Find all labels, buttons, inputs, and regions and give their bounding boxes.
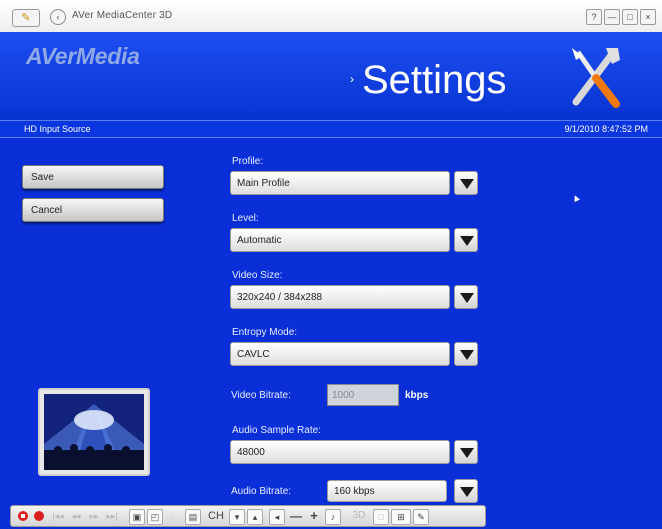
cancel-button[interactable]: Cancel (22, 198, 164, 222)
status-bar (0, 120, 662, 138)
profile-select[interactable]: Main Profile (230, 171, 450, 195)
audio-sample-rate-label: Audio Sample Rate: (232, 425, 321, 436)
record-icon[interactable] (33, 509, 45, 523)
channel-label: CH (208, 510, 224, 522)
audio-sample-rate-select[interactable]: 48000 (230, 440, 450, 464)
timeshift-icon[interactable]: ◌ (165, 509, 179, 523)
concert-image (44, 394, 144, 470)
entropy-mode-select[interactable]: CAVLC (230, 342, 450, 366)
datetime-display: 9/1/2010 8:47:52 PM (564, 124, 648, 134)
video-bitrate-label: Video Bitrate: (231, 390, 291, 401)
brand-logo: AVerMedia (26, 43, 140, 69)
entropy-mode-dropdown-arrow-icon[interactable] (454, 342, 478, 366)
title-bar: ✎ ‹ AVer MediaCenter 3D ? — □ × (0, 0, 662, 33)
level-label: Level: (232, 213, 259, 224)
audio-bitrate-dropdown-arrow-icon[interactable] (454, 479, 478, 503)
channel-up-icon[interactable]: ▴ (247, 509, 263, 525)
profile-label: Profile: (232, 156, 264, 167)
audio-bitrate-label: Audio Bitrate: (231, 486, 292, 497)
save-button[interactable]: Save (22, 165, 164, 189)
app-logo-icon[interactable]: ✎ (12, 9, 40, 27)
playback-toolbar: |◂◂ ◂◂ ▸▸ ▸▸| ▣ ◰ ◌ ▤ CH ▾ ▴ ◂ — + ♪ 3D … (10, 505, 486, 527)
application-window: ✎ ‹ AVer MediaCenter 3D ? — □ × AVerMedi… (0, 0, 662, 529)
help-button[interactable]: ? (586, 9, 602, 25)
video-size-label: Video Size: (232, 270, 283, 281)
profile-dropdown-arrow-icon[interactable] (454, 171, 478, 195)
level-dropdown-arrow-icon[interactable] (454, 228, 478, 252)
mute-icon[interactable]: ◂ (269, 509, 285, 525)
tools-icon (572, 48, 620, 108)
mode-3d-button[interactable]: 3D (349, 509, 369, 523)
video-size-select[interactable]: 320x240 / 384x288 (230, 285, 450, 309)
stop-icon[interactable] (17, 509, 29, 523)
window-title: AVer MediaCenter 3D (72, 10, 173, 21)
entropy-mode-label: Entropy Mode: (232, 327, 298, 338)
skip-back-icon[interactable]: |◂◂ (51, 509, 65, 523)
level-select[interactable]: Automatic (230, 228, 450, 252)
video-bitrate-unit: kbps (405, 390, 429, 401)
skip-forward-icon[interactable]: ▸▸| (105, 509, 119, 523)
volume-up-icon[interactable]: + (307, 509, 321, 523)
pip-icon[interactable]: ◰ (147, 509, 163, 525)
rewind-icon[interactable]: ◂◂ (69, 509, 83, 523)
preview-thumbnail[interactable] (38, 388, 150, 476)
audio-bitrate-select[interactable]: 160 kbps (327, 480, 447, 502)
volume-down-icon[interactable]: — (289, 509, 303, 523)
snapshot-icon[interactable]: ▣ (129, 509, 145, 525)
channel-down-icon[interactable]: ▾ (229, 509, 245, 525)
audio-sample-rate-dropdown-arrow-icon[interactable] (454, 440, 478, 464)
window-mode-icon[interactable]: ⊞ (391, 509, 411, 525)
mouse-cursor-icon (572, 194, 580, 202)
page-title: Settings (362, 58, 507, 102)
fullscreen-icon[interactable]: □ (373, 509, 389, 525)
settings-tools-icon[interactable]: ✎ (413, 509, 429, 525)
video-bitrate-input[interactable]: 1000 (327, 384, 399, 406)
fast-forward-icon[interactable]: ▸▸ (87, 509, 101, 523)
restore-button[interactable]: □ (622, 9, 638, 25)
teletext-icon[interactable]: ▤ (185, 509, 201, 525)
audio-icon[interactable]: ♪ (325, 509, 341, 525)
minimize-button[interactable]: — (604, 9, 620, 25)
close-button[interactable]: × (640, 9, 656, 25)
title-arrow-icon: › (350, 72, 354, 86)
video-size-dropdown-arrow-icon[interactable] (454, 285, 478, 309)
input-source-label: HD Input Source (24, 124, 91, 134)
back-icon[interactable]: ‹ (50, 9, 66, 25)
